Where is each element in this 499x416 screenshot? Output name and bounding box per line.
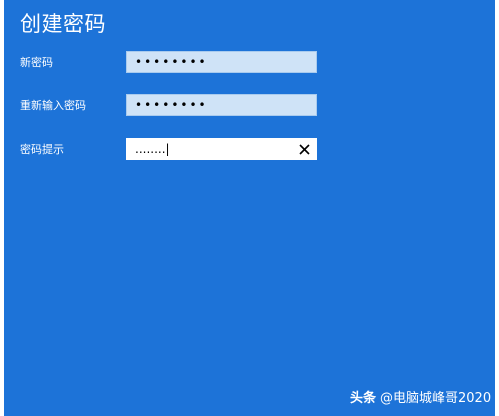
- watermark-handle: @电脑城峰哥2020: [380, 391, 492, 406]
- page-title: 创建密码: [20, 12, 106, 36]
- password-hint-label: 密码提示: [20, 143, 64, 156]
- watermark: 头条 @电脑城峰哥2020: [350, 390, 491, 408]
- watermark-brand: 头条: [350, 391, 377, 406]
- password-hint-input[interactable]: [127, 139, 316, 159]
- close-icon: [298, 143, 310, 155]
- new-password-label: 新密码: [20, 56, 53, 69]
- new-password-field-box: [126, 51, 317, 73]
- confirm-password-input[interactable]: [127, 95, 316, 115]
- new-password-input[interactable]: [127, 52, 316, 72]
- password-hint-field-box: [126, 138, 317, 160]
- create-password-panel: 创建密码 新密码 重新输入密码 密码提示 头条@电脑城峰哥2020: [4, 0, 495, 416]
- confirm-password-label: 重新输入密码: [20, 99, 86, 112]
- confirm-password-field-box: [126, 94, 317, 116]
- clear-hint-button[interactable]: [296, 141, 312, 157]
